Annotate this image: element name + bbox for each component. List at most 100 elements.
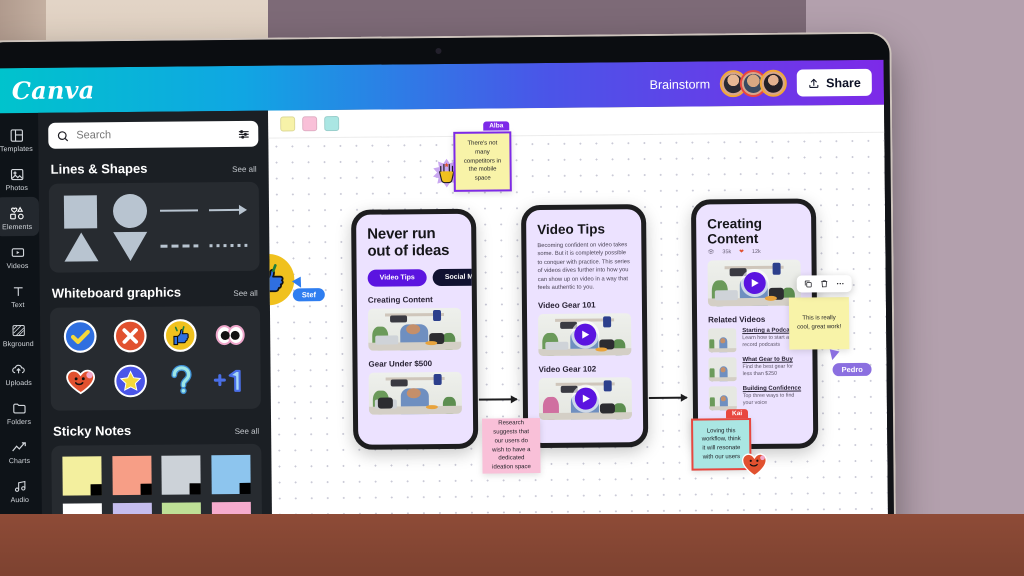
sticky-note-research[interactable]: Research suggests that our users do wish… — [482, 418, 541, 474]
sidebar-item-text[interactable]: Text — [0, 275, 40, 314]
share-button-label: Share — [826, 75, 861, 90]
uploads-icon — [0, 360, 41, 378]
phone-1-pill-social[interactable]: Social M — [432, 268, 479, 286]
lines-shapes-card — [48, 181, 260, 273]
see-all-link-lines-shapes[interactable]: See all — [232, 165, 257, 174]
phone-3-heading: Creating Content — [707, 215, 763, 247]
thumbs-up-sticker[interactable] — [162, 317, 198, 353]
shape-line[interactable] — [159, 209, 198, 212]
heart-smile-sticker-canvas[interactable] — [739, 449, 769, 477]
avatar[interactable] — [759, 69, 788, 97]
play-button[interactable] — [573, 323, 596, 347]
phone-2-section-label-2: Video Gear 102 — [538, 364, 597, 375]
phone-3-hero-thumbnail[interactable] — [707, 259, 801, 307]
cross-badge-sticker[interactable] — [112, 318, 148, 354]
laptop-screen: Canva Brainstorm Share Templates Photos … — [0, 59, 889, 576]
sidebar-item-background[interactable]: Bkground — [0, 314, 40, 353]
shape-arrow[interactable] — [208, 204, 247, 215]
eyes-sticker[interactable] — [212, 317, 248, 353]
sticky-note-swatch[interactable] — [211, 454, 251, 495]
sidebar-item-charts[interactable]: Charts — [0, 431, 41, 470]
elements-panel: Lines & Shapes See all — [38, 110, 273, 576]
heart-smile-sticker[interactable] — [63, 363, 99, 399]
phone-2-thumbnail-1[interactable] — [538, 313, 632, 357]
shape-circle[interactable] — [112, 193, 147, 229]
check-badge-sticker[interactable] — [62, 318, 98, 354]
shape-triangle-down[interactable] — [112, 231, 147, 262]
videos-icon — [0, 243, 39, 261]
phone-1-pill-video-tips[interactable]: Video Tips — [367, 268, 427, 287]
app-body: Templates Photos Elements Videos Text Bk… — [0, 104, 889, 576]
play-button[interactable] — [574, 387, 597, 411]
sidebar-item-folders[interactable]: Folders — [0, 392, 41, 431]
see-all-link-whiteboard-graphics[interactable]: See all — [233, 289, 258, 298]
question-mark-sticker[interactable] — [162, 362, 198, 398]
see-all-link-sticky-notes[interactable]: See all — [235, 427, 260, 436]
topbar-right-group: Brainstorm Share — [650, 68, 872, 98]
phone-2-thumbnail-2[interactable] — [538, 377, 633, 421]
more-options-icon[interactable] — [836, 279, 845, 288]
canva-logo[interactable]: Canva — [12, 75, 95, 105]
sliders-icon[interactable] — [237, 127, 250, 140]
thumbs-up-sticker-canvas[interactable] — [268, 252, 296, 307]
related-video-thumbnail — [708, 357, 737, 382]
phone-1-thumbnail-1[interactable] — [367, 307, 462, 351]
search-input[interactable] — [76, 128, 231, 142]
sticky-note-swatch[interactable] — [111, 455, 152, 496]
sticky-note-swatch[interactable] — [161, 455, 202, 495]
templates-icon — [0, 126, 38, 144]
sidebar-item-photos[interactable]: Photos — [0, 158, 39, 197]
canvas-swatch[interactable] — [302, 116, 318, 132]
sidebar-label: Elements — [2, 223, 33, 232]
sidebar-item-uploads[interactable]: Uploads — [0, 353, 41, 392]
search-bar[interactable] — [48, 120, 259, 149]
shape-dashed-line[interactable] — [159, 244, 198, 248]
phone-2-heading: Video Tips — [537, 221, 606, 238]
phone-mockup-2[interactable]: Video Tips Becoming confident on video t… — [520, 204, 649, 449]
sticky-note-text: Research suggests that our users do wish… — [492, 420, 531, 471]
delete-icon[interactable] — [820, 279, 829, 288]
shape-square[interactable] — [63, 194, 98, 229]
sidebar-label: Videos — [6, 262, 29, 271]
phone-2-body: Becoming confident on video takes some. … — [537, 242, 630, 292]
related-video-title[interactable]: Building Confidence — [743, 386, 802, 393]
related-video-title[interactable]: What Gear to Buy — [742, 357, 801, 363]
phone-mockup-1[interactable]: Never run out of ideas Video Tips Social… — [351, 208, 479, 450]
phone-1-thumbnail-2[interactable] — [368, 371, 462, 415]
phone-1-pill-row: Video Tips Social M — [367, 268, 479, 287]
related-video-item[interactable]: Starting a Podcast Learn how to start an… — [708, 328, 801, 353]
phone-2-section-label-1: Video Gear 101 — [537, 300, 596, 311]
flow-arrow-2 — [648, 396, 687, 400]
related-video-thumbnail — [708, 386, 737, 411]
sticky-note-cool[interactable]: This is really cool, great work! — [788, 297, 850, 350]
background-icon — [0, 321, 40, 339]
plus-one-sticker[interactable] — [212, 362, 248, 398]
canvas-swatch[interactable] — [280, 116, 296, 132]
canvas-swatch[interactable] — [324, 115, 340, 132]
sidebar-item-templates[interactable]: Templates — [0, 119, 39, 158]
sidebar-rail: Templates Photos Elements Videos Text Bk… — [0, 112, 43, 576]
phone-1-section-label-2: Gear Under $500 — [368, 358, 433, 369]
related-video-item[interactable]: Building Confidence Top three ways to fi… — [708, 386, 802, 411]
sidebar-item-audio[interactable]: Audio — [0, 470, 42, 509]
avatar-face — [763, 73, 784, 93]
duplicate-icon[interactable] — [804, 279, 813, 288]
elements-icon — [0, 204, 39, 222]
star-badge-sticker[interactable] — [113, 363, 149, 399]
document-title[interactable]: Brainstorm — [650, 77, 711, 92]
sticky-note-competitors[interactable]: There's not many competitors in the mobi… — [453, 131, 512, 192]
related-video-item[interactable]: What Gear to Buy Find the best gear for … — [708, 357, 801, 382]
share-button[interactable]: Share — [796, 68, 872, 97]
section-title: Lines & Shapes — [50, 160, 148, 177]
shape-dotted-line[interactable] — [208, 243, 247, 248]
play-button[interactable] — [743, 271, 766, 295]
sticky-note-swatch[interactable] — [62, 456, 102, 496]
shape-triangle-up[interactable] — [63, 232, 98, 262]
sidebar-item-videos[interactable]: Videos — [0, 236, 40, 275]
phone-3-stats: 👁 35k ❤ 12k — [707, 249, 800, 256]
phone-1-heading-line1: Never run — [367, 225, 436, 243]
canvas-area[interactable]: Never run out of ideas Video Tips Social… — [268, 104, 889, 576]
element-toolbar[interactable] — [796, 275, 852, 293]
sidebar-item-elements[interactable]: Elements — [0, 196, 40, 237]
related-video-desc: Find the best gear for less than $250 — [742, 363, 793, 378]
